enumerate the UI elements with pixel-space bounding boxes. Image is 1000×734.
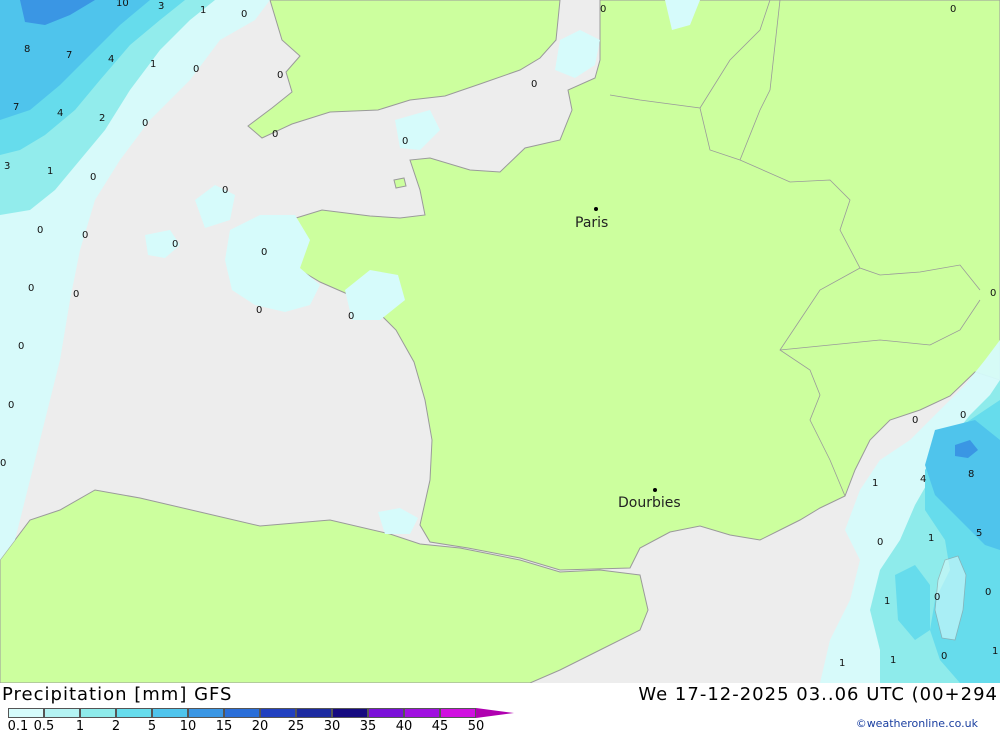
legend-label: 2: [111, 719, 121, 734]
credit-link[interactable]: ©weatheronline.co.uk: [856, 717, 978, 730]
precipitation-map: Paris Dourbies 10 3 1 0 8 7 4 1 0 0 7 4 …: [0, 0, 1000, 683]
precip-label: 1: [884, 596, 890, 607]
precip-label: 0: [990, 288, 996, 299]
legend-label: 35: [359, 719, 377, 734]
precip-label: 0: [142, 118, 148, 129]
precip-label: 1: [47, 166, 53, 177]
legend-label: 50: [467, 719, 485, 734]
legend-swatch: [116, 708, 152, 718]
precip-label: 0: [8, 400, 14, 411]
legend-swatch: [188, 708, 224, 718]
legend-color-scale: [8, 708, 476, 718]
precip-label: 1: [992, 646, 998, 657]
city-label-paris: Paris: [575, 215, 608, 231]
forecast-datetime: We 17-12-2025 03..06 UTC (00+294: [638, 684, 998, 705]
precip-label: 0: [402, 136, 408, 147]
precip-label: 1: [839, 658, 845, 669]
precip-label: 2: [99, 113, 105, 124]
precip-label: 1: [200, 5, 206, 16]
city-marker-dourbies: [653, 488, 657, 492]
legend-swatch: [80, 708, 116, 718]
precip-label: 0: [985, 587, 991, 598]
legend-swatch: [8, 708, 44, 718]
precip-label: 0: [18, 341, 24, 352]
legend-label: 1: [75, 719, 85, 734]
precip-label: 8: [968, 469, 974, 480]
legend-label: 20: [251, 719, 269, 734]
precip-label: 3: [158, 1, 164, 12]
legend-label: 40: [395, 719, 413, 734]
legend-swatch: [224, 708, 260, 718]
legend-swatch: [260, 708, 296, 718]
precip-label: 0: [37, 225, 43, 236]
precip-label: 0: [256, 305, 262, 316]
precip-label: 4: [57, 108, 63, 119]
precip-label: 4: [108, 54, 114, 65]
map-title: Precipitation [mm] GFS: [2, 684, 233, 705]
legend-label: 10: [179, 719, 197, 734]
precip-label: 0: [90, 172, 96, 183]
precip-label: 7: [13, 102, 19, 113]
precip-label: 0: [82, 230, 88, 241]
precip-label: 1: [890, 655, 896, 666]
precip-label: 0: [272, 129, 278, 140]
precip-label: 0: [0, 458, 6, 469]
legend-swatch: [44, 708, 80, 718]
precip-label: 0: [941, 651, 947, 662]
precip-label: 0: [277, 70, 283, 81]
legend-swatch: [440, 708, 476, 718]
legend-label: 0.5: [33, 719, 55, 734]
city-marker-paris: [594, 207, 598, 211]
precip-label: 0: [241, 9, 247, 20]
legend-label: 15: [215, 719, 233, 734]
legend-label: 5: [147, 719, 157, 734]
legend-label: 30: [323, 719, 341, 734]
legend-arrow: [476, 708, 514, 718]
legend-label: 25: [287, 719, 305, 734]
precip-label: 0: [600, 4, 606, 15]
precip-label: 1: [150, 59, 156, 70]
legend-swatch: [332, 708, 368, 718]
precip-label: 0: [531, 79, 537, 90]
legend-swatch: [404, 708, 440, 718]
precip-label: 0: [172, 239, 178, 250]
precip-label: 1: [872, 478, 878, 489]
land-channel-island: [393, 177, 407, 189]
legend-label: 45: [431, 719, 449, 734]
precip-label: 3: [4, 161, 10, 172]
city-label-dourbies: Dourbies: [618, 495, 681, 511]
precip-label: 7: [66, 50, 72, 61]
precip-label: 0: [877, 537, 883, 548]
precip-label: 0: [348, 311, 354, 322]
legend-swatch: [152, 708, 188, 718]
precip-label: 5: [976, 528, 982, 539]
precip-label: 0: [73, 289, 79, 300]
precip-label: 0: [934, 592, 940, 603]
legend-label: 0.1: [7, 719, 29, 734]
precip-label: 0: [28, 283, 34, 294]
precip-label: 0: [950, 4, 956, 15]
precip-label: 0: [960, 410, 966, 421]
precip-label: 1: [928, 533, 934, 544]
legend-swatch: [368, 708, 404, 718]
precip-label: 0: [261, 247, 267, 258]
precip-label: 8: [24, 44, 30, 55]
legend-swatch: [296, 708, 332, 718]
legend-labels: 0.1 0.5 1 2 5 10 15 20 25 30 35 40 45 50: [0, 719, 520, 734]
precip-label: 4: [920, 474, 926, 485]
precip-label: 0: [193, 64, 199, 75]
precip-label: 0: [912, 415, 918, 426]
precip-label: 0: [222, 185, 228, 196]
precip-label: 10: [116, 0, 129, 9]
